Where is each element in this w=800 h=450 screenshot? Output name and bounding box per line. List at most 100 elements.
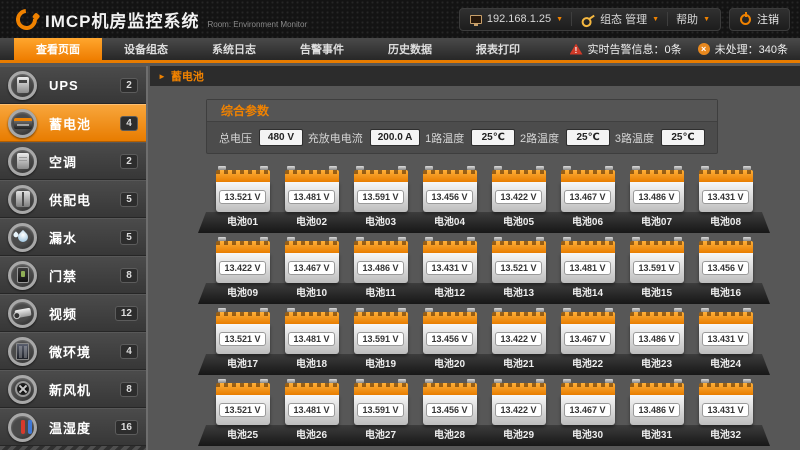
chevron-down-icon: ▼ — [703, 16, 710, 23]
battery-unit[interactable]: 13.486 V — [622, 166, 691, 212]
battery-unit[interactable]: 13.521 V — [484, 237, 553, 283]
divider — [571, 12, 572, 26]
battery-unit[interactable]: 13.486 V — [622, 379, 691, 425]
battery-unit[interactable]: 13.456 V — [415, 379, 484, 425]
config-manage-menu[interactable]: 组态 管理 ▼ — [580, 11, 659, 27]
sidebar-item-fresh-air[interactable]: 新风机8 — [0, 370, 146, 408]
battery-voltage: 13.456 V — [426, 332, 472, 346]
battery-body: 13.486 V — [630, 395, 684, 425]
tab-device-config[interactable]: 设备组态 — [102, 38, 190, 60]
sidebar-item-label: 视频 — [49, 304, 77, 323]
main-content: ► 蓄电池 综合参数 总电压480 V充放电电流200.0 A1路温度25℃2路… — [150, 66, 800, 450]
battery-unit[interactable]: 13.486 V — [346, 237, 415, 283]
battery-unit[interactable]: 13.481 V — [277, 379, 346, 425]
battery-unit[interactable]: 13.591 V — [346, 308, 415, 354]
battery-unit[interactable]: 13.422 V — [208, 237, 277, 283]
battery-unit[interactable]: 13.456 V — [415, 308, 484, 354]
sidebar-item-video[interactable]: 视频 12 — [0, 294, 146, 332]
chevron-down-icon: ▼ — [556, 16, 563, 23]
battery-cap — [561, 383, 615, 395]
monitor-icon — [470, 15, 482, 24]
battery-unit[interactable]: 13.456 V — [415, 166, 484, 212]
battery-unit[interactable]: 13.467 V — [277, 237, 346, 283]
sidebar-item-battery[interactable]: 蓄电池4 — [0, 104, 146, 142]
battery-unit[interactable]: 13.521 V — [208, 308, 277, 354]
sidebar-item-micro-env[interactable]: 微环境4 — [0, 332, 146, 370]
tab-view-page[interactable]: 查看页面 — [14, 38, 102, 60]
battery-voltage: 13.467 V — [288, 261, 334, 275]
battery-unit[interactable]: 13.486 V — [622, 308, 691, 354]
device-count-badge: 12 — [115, 306, 138, 321]
battery-unit[interactable]: 13.591 V — [622, 237, 691, 283]
battery-unit[interactable]: 13.467 V — [553, 166, 622, 212]
aircon-glyph — [17, 153, 29, 169]
sidebar-item-power-distribution[interactable]: 供配电5 — [0, 180, 146, 218]
device-count-badge: 2 — [120, 154, 138, 169]
tab-report-print[interactable]: 报表打印 — [454, 38, 542, 60]
nav-tabs: 查看页面设备组态系统日志告警事件历史数据报表打印 — [14, 38, 542, 60]
battery-cap — [285, 383, 339, 395]
video-glyph — [14, 308, 31, 319]
sidebar-item-temp-humidity[interactable]: 温湿度16 — [0, 408, 146, 446]
battery-voltage: 13.422 V — [219, 261, 265, 275]
battery-icon: 13.456 V — [423, 379, 477, 425]
ip-selector[interactable]: 192.168.1.25 ▼ — [470, 13, 563, 25]
battery-name: 电池09 — [208, 283, 277, 304]
battery-body: 13.456 V — [423, 324, 477, 354]
battery-unit[interactable]: 13.481 V — [277, 166, 346, 212]
battery-unit[interactable]: 13.431 V — [691, 379, 760, 425]
breadcrumb[interactable]: 蓄电池 — [171, 68, 204, 84]
battery-unit[interactable]: 13.467 V — [553, 379, 622, 425]
battery-unit[interactable]: 13.467 V — [553, 308, 622, 354]
battery-unit[interactable]: 13.422 V — [484, 379, 553, 425]
battery-unit[interactable]: 13.481 V — [553, 237, 622, 283]
sidebar-item-ups[interactable]: UPS2 — [0, 66, 146, 104]
battery-name: 电池08 — [691, 212, 760, 233]
device-sidebar: UPS2蓄电池4空调2供配电5漏水5门禁8 视频 12 微环境4新风机8温湿度16 — [0, 66, 148, 450]
sidebar-item-access-control[interactable]: 门禁8 — [0, 256, 146, 294]
battery-unit[interactable]: 13.481 V — [277, 308, 346, 354]
battery-voltage: 13.486 V — [633, 190, 679, 204]
sidebar-item-aircon[interactable]: 空调2 — [0, 142, 146, 180]
battery-icon: 13.422 V — [492, 166, 546, 212]
tab-history-data[interactable]: 历史数据 — [366, 38, 454, 60]
battery-row-units: 13.521 V13.481 V13.591 V 13.456 V 13.422 V… — [198, 308, 770, 354]
battery-unit[interactable]: 13.431 V — [691, 166, 760, 212]
ups-glyph — [17, 77, 29, 93]
battery-body: 13.591 V — [630, 253, 684, 283]
summary-field: 2路温度25℃ — [520, 129, 610, 146]
power-distribution-icon — [8, 185, 37, 214]
battery-unit[interactable]: 13.422 V — [484, 166, 553, 212]
sidebar-items: UPS2蓄电池4空调2供配电5漏水5门禁8 视频 12 微环境4新风机8温湿度16 — [0, 66, 146, 446]
battery-name: 电池26 — [277, 425, 346, 446]
battery-unit[interactable]: 13.521 V — [208, 166, 277, 212]
battery-icon: 13.456 V — [423, 166, 477, 212]
tab-alarm-events[interactable]: 告警事件 — [278, 38, 366, 60]
battery-unit[interactable]: 13.521 V — [208, 379, 277, 425]
logout-button[interactable]: 注销 — [729, 8, 790, 31]
field-label: 总电压 — [219, 130, 252, 146]
battery-unit[interactable]: 13.591 V — [346, 379, 415, 425]
battery-unit[interactable]: 13.431 V — [691, 308, 760, 354]
battery-unit[interactable]: 13.591 V — [346, 166, 415, 212]
access-control-glyph — [17, 267, 29, 283]
battery-body: 13.521 V — [216, 395, 270, 425]
realtime-alarm-status[interactable]: ! 实时告警信息：0条 — [570, 41, 682, 57]
tab-system-log[interactable]: 系统日志 — [190, 38, 278, 60]
battery-name: 电池03 — [346, 212, 415, 233]
nav-tabbar: 查看页面设备组态系统日志告警事件历史数据报表打印 ! 实时告警信息：0条 × 未… — [0, 38, 800, 63]
battery-unit[interactable]: 13.431 V — [415, 237, 484, 283]
battery-cap — [216, 241, 270, 253]
battery-icon: 13.422 V — [492, 379, 546, 425]
battery-glyph — [14, 118, 32, 129]
battery-unit[interactable]: 13.456 V — [691, 237, 760, 283]
battery-voltage: 13.591 V — [357, 403, 403, 417]
battery-cap — [492, 170, 546, 182]
realtime-alarm-text: 实时告警信息：0条 — [588, 41, 682, 57]
battery-icon: 13.486 V — [630, 166, 684, 212]
help-menu[interactable]: 帮助 ▼ — [676, 11, 710, 27]
sidebar-item-water-leak[interactable]: 漏水5 — [0, 218, 146, 256]
unprocessed-alarm-status[interactable]: × 未处理：340条 — [698, 41, 788, 57]
battery-cap — [354, 312, 408, 324]
battery-unit[interactable]: 13.422 V — [484, 308, 553, 354]
